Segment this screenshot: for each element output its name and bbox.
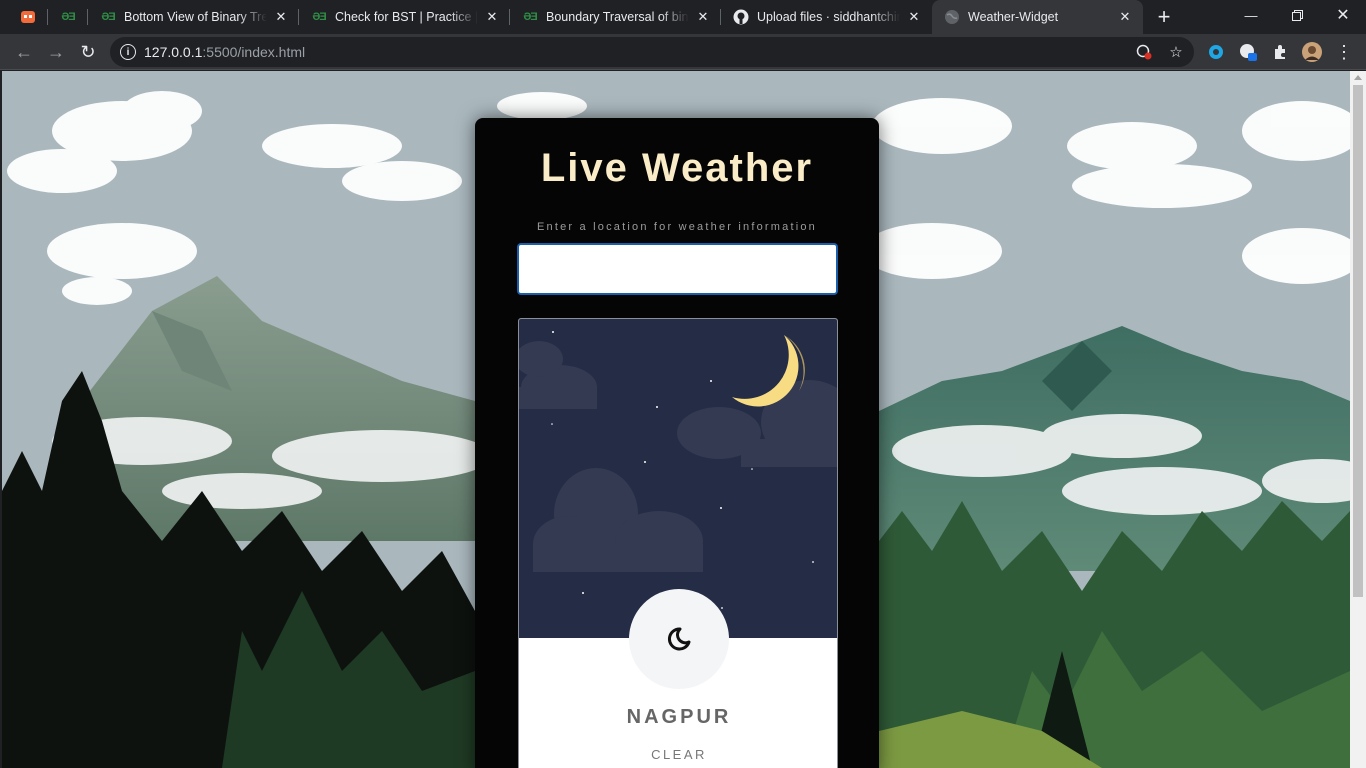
back-icon[interactable]: ←: [10, 38, 38, 66]
github-icon: [733, 9, 749, 25]
cookie-blocked-icon[interactable]: [1135, 43, 1153, 61]
page-viewport: Live Weather Enter a location for weathe…: [2, 71, 1350, 768]
close-tab-icon[interactable]: ✕: [273, 9, 289, 25]
page-title: Live Weather: [540, 146, 814, 190]
extension-icon[interactable]: [1206, 42, 1226, 62]
extension-icon[interactable]: [1238, 42, 1258, 62]
app-icon: [20, 9, 36, 25]
close-tab-icon[interactable]: ✕: [1117, 9, 1133, 25]
weather-icon-badge: [629, 589, 729, 689]
geeksforgeeks-icon: ƏƎ: [523, 11, 537, 23]
profile-avatar[interactable]: [1302, 42, 1322, 62]
restore-icon[interactable]: [1274, 0, 1320, 30]
tab-bottom-view[interactable]: ƏƎ Bottom View of Binary Tree | ✕: [88, 0, 299, 34]
globe-icon: [944, 9, 960, 25]
close-tab-icon[interactable]: ✕: [906, 9, 922, 25]
tab-title: Weather-Widget: [968, 10, 1059, 24]
weather-result-card: NAGPUR CLEAR: [518, 318, 838, 768]
browser-menu-icon[interactable]: ⋮: [1334, 42, 1354, 62]
location-hint-label: Enter a location for weather information: [537, 221, 817, 233]
tab-title: Boundary Traversal of binary: [546, 10, 689, 24]
tab-title: Bottom View of Binary Tree |: [124, 10, 267, 24]
weather-widget-card: Live Weather Enter a location for weathe…: [475, 118, 879, 768]
tab-title: Check for BST | Practice | Ge: [335, 10, 478, 24]
url-path: :5500/index.html: [202, 44, 306, 60]
crescent-moon-icon: [667, 627, 691, 651]
close-tab-icon[interactable]: ✕: [484, 9, 500, 25]
address-bar[interactable]: i 127.0.0.1:5500/index.html ☆: [110, 37, 1194, 67]
bookmark-star-icon[interactable]: ☆: [1167, 43, 1185, 61]
browser-toolbar: ← → ↻ i 127.0.0.1:5500/index.html ☆ ⋮: [0, 34, 1366, 70]
location-input[interactable]: [517, 243, 838, 295]
url-text[interactable]: 127.0.0.1:5500/index.html: [144, 44, 305, 60]
tab-upload-files[interactable]: Upload files · siddhantchima ✕: [721, 0, 932, 34]
reload-icon[interactable]: ↻: [74, 38, 102, 66]
site-info-icon[interactable]: i: [120, 44, 136, 60]
scroll-up-arrow-icon[interactable]: [1354, 75, 1362, 80]
new-tab-button[interactable]: +: [1152, 4, 1176, 29]
geeksforgeeks-icon: ƏƎ: [101, 11, 115, 23]
minimize-icon[interactable]: —: [1228, 0, 1274, 30]
tab-title: Upload files · siddhantchima: [757, 10, 900, 24]
url-host: 127.0.0.1: [144, 44, 203, 60]
weather-condition: CLEAR: [651, 747, 707, 762]
close-window-icon[interactable]: ✕: [1320, 0, 1366, 30]
forward-icon[interactable]: →: [42, 38, 70, 66]
city-name: NAGPUR: [626, 706, 732, 728]
extensions-puzzle-icon[interactable]: [1270, 42, 1290, 62]
browser-tab-strip: ƏƎ ƏƎ Bottom View of Binary Tree | ✕ ƏƎ …: [0, 0, 1366, 34]
close-tab-icon[interactable]: ✕: [695, 9, 711, 25]
tab-boundary-traversal[interactable]: ƏƎ Boundary Traversal of binary ✕: [510, 0, 721, 34]
geeksforgeeks-icon: ƏƎ: [61, 11, 75, 23]
page-scrollbar[interactable]: [1350, 71, 1366, 768]
geeksforgeeks-icon: ƏƎ: [312, 11, 326, 23]
tab-weather-widget[interactable]: Weather-Widget ✕: [932, 0, 1143, 34]
tab-geeksforgeeks[interactable]: ƏƎ: [48, 0, 88, 34]
scrollbar-thumb[interactable]: [1353, 85, 1363, 597]
tab-check-bst[interactable]: ƏƎ Check for BST | Practice | Ge ✕: [299, 0, 510, 34]
tab-app[interactable]: [8, 0, 48, 34]
